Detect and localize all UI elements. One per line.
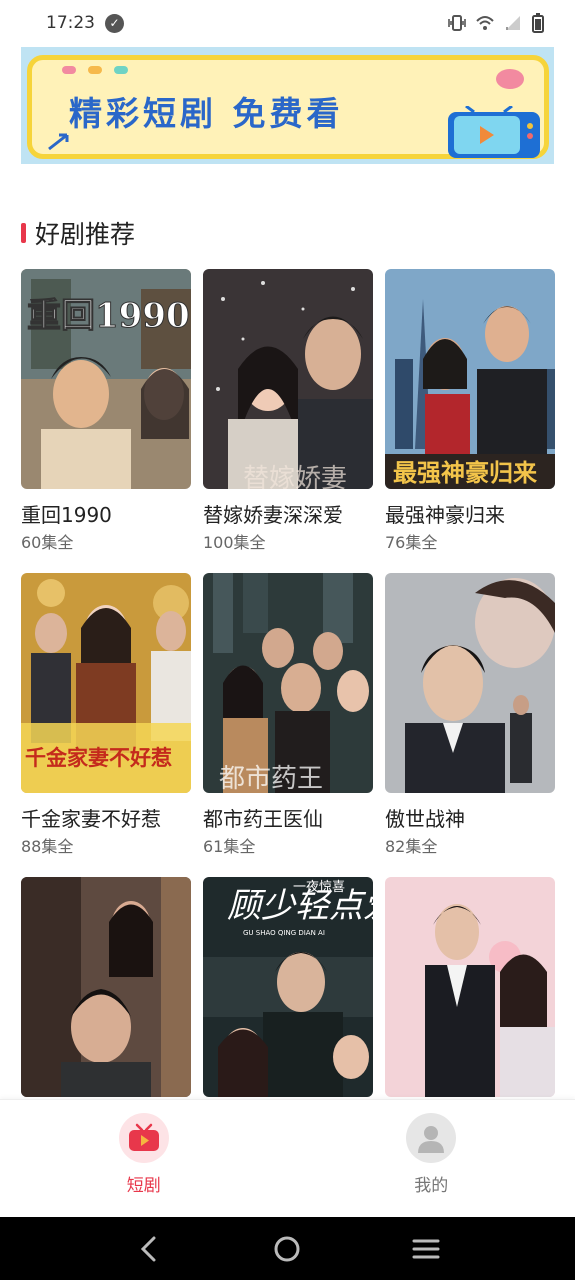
svg-text:千金家妻不好惹: 千金家妻不好惹 — [25, 745, 172, 770]
vibrate-icon — [448, 15, 466, 31]
tv-icon — [448, 106, 540, 158]
drama-episodes: 82集全 — [385, 837, 438, 856]
bottom-nav: 短剧 我的 — [0, 1099, 575, 1217]
signal-icon — [506, 16, 520, 30]
section-accent-bar — [21, 223, 26, 243]
drama-poster[interactable] — [385, 877, 555, 1097]
poster-image: 替嫁娇妻 — [203, 269, 373, 489]
tv-play-icon — [118, 1113, 169, 1163]
poster-image — [385, 877, 555, 1097]
status-icons — [447, 13, 545, 33]
drama-episodes: 76集全 — [385, 533, 438, 552]
drama-poster[interactable]: 都市药王 — [203, 573, 373, 793]
drama-poster[interactable]: 顾少轻点爱 一夜惊喜 GU SHAO QING DIAN AI — [203, 877, 373, 1097]
drama-card[interactable]: 傲世战神 82集全 — [385, 573, 555, 877]
wifi-icon — [476, 16, 494, 30]
drama-card[interactable]: 重回1990 重回1990 60集全 — [21, 269, 191, 573]
promo-banner[interactable]: 精彩短剧 免费看 — [21, 47, 554, 164]
system-nav-bar — [0, 1217, 575, 1280]
drama-card[interactable]: 最强神豪归来 最强神豪归来 76集全 — [385, 269, 555, 573]
svg-text:替嫁娇妻: 替嫁娇妻 — [243, 464, 347, 489]
drama-card[interactable]: 替嫁娇妻 替嫁娇妻深深爱 100集全 — [203, 269, 373, 573]
svg-text:重回1990: 重回1990 — [27, 296, 190, 336]
battery-icon — [532, 13, 544, 33]
recents-icon[interactable] — [406, 1229, 446, 1269]
drama-episodes: 88集全 — [21, 837, 74, 856]
nav-label-mine: 我的 — [414, 1176, 449, 1196]
section-title: 好剧推荐 — [35, 220, 136, 249]
poster-image — [21, 877, 191, 1097]
nav-tab-mine[interactable]: 我的 — [288, 1100, 575, 1217]
home-icon[interactable] — [267, 1229, 307, 1269]
poster-image: 顾少轻点爱 一夜惊喜 GU SHAO QING DIAN AI — [203, 877, 373, 1097]
section-header: 好剧推荐 — [21, 216, 135, 250]
drama-poster[interactable]: 千金家妻不好惹 — [21, 573, 191, 793]
poster-image — [385, 573, 555, 793]
back-icon[interactable] — [129, 1229, 169, 1269]
svg-text:一夜惊喜: 一夜惊喜 — [293, 880, 345, 895]
nav-tab-drama[interactable]: 短剧 — [0, 1100, 288, 1217]
status-time: 17:23 — [46, 13, 95, 33]
drama-title[interactable]: 替嫁娇妻深深爱 — [203, 501, 373, 529]
svg-text:都市药王: 都市药王 — [219, 764, 323, 793]
drama-card[interactable]: 千金家妻不好惹 千金家妻不好惹 88集全 — [21, 573, 191, 877]
drama-poster[interactable]: 重回1990 — [21, 269, 191, 489]
drama-episodes: 100集全 — [203, 533, 266, 552]
drama-poster[interactable] — [385, 573, 555, 793]
drama-episodes: 61集全 — [203, 837, 256, 856]
banner-dots — [62, 66, 128, 74]
svg-text:最强神豪归来: 最强神豪归来 — [393, 458, 538, 487]
drama-episodes: 60集全 — [21, 533, 74, 552]
poster-image: 重回1990 — [21, 269, 191, 489]
cursor-icon — [48, 133, 69, 151]
user-icon — [406, 1113, 457, 1163]
check-circle-icon: ✓ — [105, 13, 124, 33]
drama-title[interactable]: 千金家妻不好惹 — [21, 805, 191, 833]
drama-grid: 重回1990 重回1990 60集全 替嫁娇妻 替嫁娇妻深深爱 100集全 最强… — [21, 269, 555, 1181]
poster-image: 都市药王 — [203, 573, 373, 793]
banner-bubble — [496, 69, 524, 89]
drama-title[interactable]: 最强神豪归来 — [385, 501, 555, 529]
status-bar: 17:23 ✓ — [0, 0, 575, 46]
drama-title[interactable]: 重回1990 — [21, 501, 191, 529]
drama-title[interactable]: 傲世战神 — [385, 805, 555, 833]
poster-image: 最强神豪归来 — [385, 269, 555, 489]
drama-poster[interactable]: 替嫁娇妻 — [203, 269, 373, 489]
banner-text: 精彩短剧 免费看 — [69, 94, 344, 133]
drama-card[interactable]: 都市药王 都市药王医仙 61集全 — [203, 573, 373, 877]
drama-poster[interactable]: 最强神豪归来 — [385, 269, 555, 489]
poster-image: 千金家妻不好惹 — [21, 573, 191, 793]
nav-label-drama: 短剧 — [126, 1176, 161, 1196]
svg-text:GU SHAO QING DIAN AI: GU SHAO QING DIAN AI — [243, 929, 325, 937]
drama-title[interactable]: 都市药王医仙 — [203, 805, 373, 833]
drama-poster[interactable] — [21, 877, 191, 1097]
